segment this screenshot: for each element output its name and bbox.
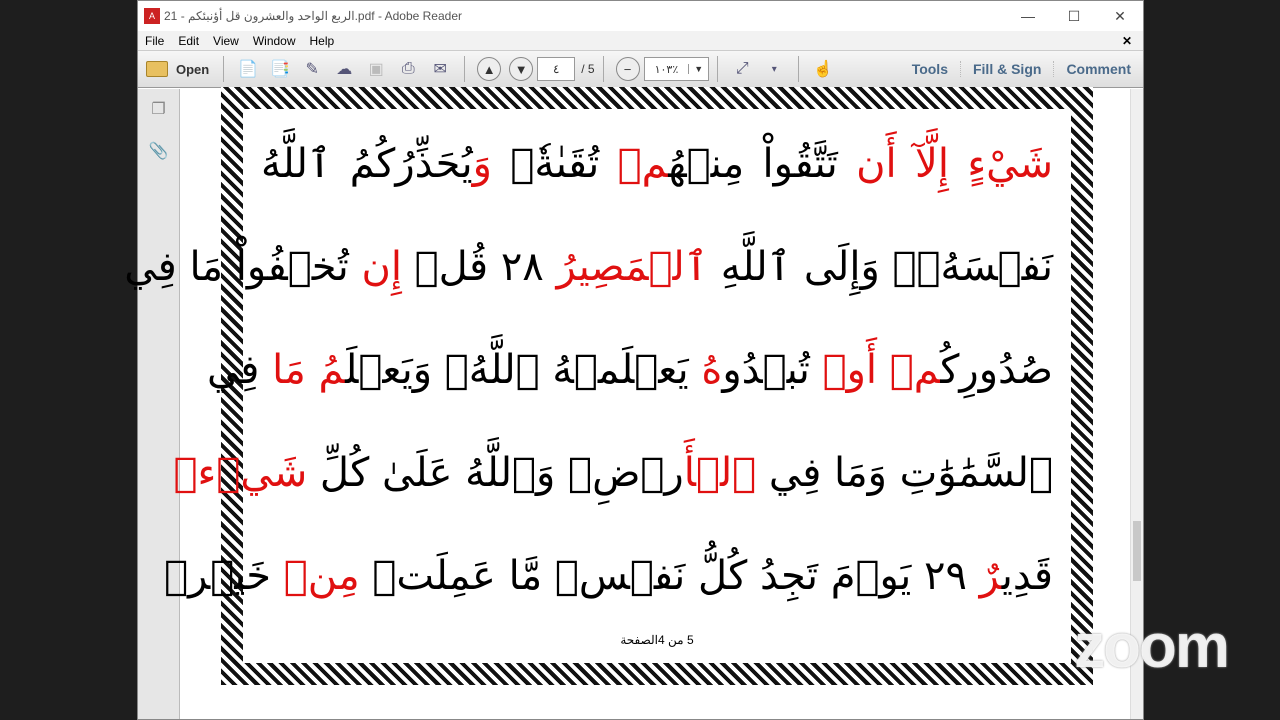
zoom-value: ١٠٣٪ — [654, 63, 679, 76]
text-segment: وَ — [472, 141, 492, 187]
minimize-button[interactable]: — — [1005, 8, 1051, 25]
text-segment: قَدِي — [1001, 553, 1053, 599]
menu-bar: File Edit View Window Help ✕ — [138, 31, 1143, 51]
divider — [464, 56, 466, 82]
chevron-down-icon: ▼ — [688, 64, 708, 74]
cloud-upload-icon[interactable]: ☁ — [331, 56, 357, 82]
toolbar: Open 📄 📑 ✎ ☁ ▣ ⎙ ✉ ▲ ▼ ٤ / 5 − ١٠٣٪ ▼ ⤢ ▾… — [138, 51, 1143, 88]
close-button[interactable]: ✕ — [1097, 8, 1143, 25]
print-icon[interactable]: ⎙ — [395, 56, 421, 82]
page-footer: 5 من 4الصفحة — [620, 633, 694, 647]
zoom-watermark: zoom — [1074, 612, 1230, 681]
menu-edit[interactable]: Edit — [171, 34, 206, 48]
text-segment: فِي — [206, 347, 260, 393]
text-segment: هُ — [688, 347, 723, 393]
comment-button[interactable]: Comment — [1053, 61, 1143, 77]
text-segment: ٱلۡمَصِيرُ — [543, 244, 709, 290]
window-title: الربع الواحد والعشرون قل أؤنبئكم - 21.pd… — [164, 9, 463, 23]
title-bar: A الربع الواحد والعشرون قل أؤنبئكم - 21.… — [138, 1, 1143, 31]
menu-view[interactable]: View — [206, 34, 246, 48]
text-segment: شَيْءٍ — [948, 141, 1053, 187]
page-total: / 5 — [581, 62, 595, 76]
text-line: قَدِيرٌ ٢٩ يَوۡمَ تَجِدُ كُلُّ نَفۡسٖ مَ… — [164, 526, 1071, 629]
divider — [602, 56, 604, 82]
text-segment: أَن — [837, 141, 897, 187]
open-button[interactable]: Open — [146, 61, 209, 77]
text-segment: نَفۡسَهُۥۗ وَإِلَى ٱللَّهِ — [708, 244, 1053, 290]
text-segment: صُدُورِكُ — [940, 347, 1053, 393]
text-segment: مۡ — [599, 141, 669, 187]
document-area[interactable]: شَيْءٍ إِلَّآ أَن تَتَّقُواْ مِنۡهُمۡ تُ… — [124, 87, 1130, 719]
text-segment: رۡضِۗ وَٱللَّهُ عَلَىٰ كُلِّ — [307, 450, 684, 496]
zoom-select[interactable]: ١٠٣٪ ▼ — [643, 57, 710, 81]
text-segment: شَيۡءٖ — [173, 450, 308, 496]
text-segment: إِن — [348, 244, 402, 290]
text-segment: خَيۡرٖ — [164, 553, 272, 599]
maximize-button[interactable]: ☐ — [1051, 8, 1097, 25]
attachments-icon[interactable]: 📎 — [149, 141, 169, 163]
text-segment: ٱلسَّمَٰوَٰتِ وَمَا فِي — [756, 450, 1053, 496]
text-line: نَفۡسَهُۥۗ وَإِلَى ٱللَّهِ ٱلۡمَصِيرُ ٢٨… — [124, 217, 1071, 320]
tools-button[interactable]: Tools — [900, 61, 960, 77]
divider — [223, 56, 225, 82]
divider — [717, 56, 719, 82]
pdf-app-icon: A — [144, 8, 160, 24]
text-line: شَيْءٍ إِلَّآ أَن تَتَّقُواْ مِنۡهُمۡ تُ… — [243, 114, 1071, 217]
export-pdf-icon[interactable]: 📑 — [267, 56, 293, 82]
close-document-icon[interactable]: ✕ — [1115, 34, 1139, 48]
text-segment: مُ مَا — [259, 347, 346, 393]
fit-page-icon[interactable]: ⤢ — [729, 56, 755, 82]
open-label: Open — [176, 61, 210, 77]
page-thumbnails-icon[interactable]: ❐ — [149, 99, 169, 121]
adobe-reader-window: A الربع الواحد والعشرون قل أؤنبئكم - 21.… — [124, 0, 1144, 720]
edit-icon[interactable]: ✎ — [299, 56, 325, 82]
folder-icon — [146, 61, 168, 77]
menu-window[interactable]: Window — [246, 34, 303, 48]
divider — [798, 56, 800, 82]
zoom-out-button[interactable]: − — [615, 57, 640, 81]
text-segment: ٢٩ يَوۡمَ تَجِدُ كُلُّ نَفۡسٖ مَّا عَمِل… — [359, 553, 967, 599]
text-segment: تُبۡدُو — [722, 347, 810, 393]
text-segment: ٱلۡأَ — [683, 450, 757, 496]
text-segment: أَوۡ — [809, 347, 878, 393]
text-segment: رٌ — [966, 553, 1002, 599]
create-pdf-icon[interactable]: 📄 — [235, 56, 261, 82]
menu-file[interactable]: File — [138, 34, 171, 48]
fill-sign-button[interactable]: Fill & Sign — [959, 61, 1053, 77]
previous-page-button[interactable]: ▲ — [477, 57, 502, 81]
text-segment: تُخۡفُواْ مَا فِي — [124, 244, 349, 290]
text-line: صُدُورِكُمۡ أَوۡ تُبۡدُوهُ يَعۡلَمۡهُ ٱل… — [207, 320, 1071, 423]
text-segment: ٢٨ قُلۡ — [401, 244, 544, 290]
text-segment: يُحَذِّرُكُمُ ٱللَّهُ — [261, 141, 473, 187]
scrollbar-thumb[interactable] — [1133, 521, 1141, 581]
text-segment: إِلَّآ — [896, 141, 949, 187]
email-icon[interactable]: ✉ — [427, 56, 453, 82]
text-segment: تُقَىٰةٗۗ — [491, 141, 600, 187]
text-segment: تَتَّقُواْ مِنۡهُ — [668, 141, 838, 187]
quran-text: شَيْءٍ إِلَّآ أَن تَتَّقُواْ مِنۡهُمۡ تُ… — [124, 109, 1071, 629]
pdf-page: شَيْءٍ إِلَّآ أَن تَتَّقُواْ مِنۡهُمۡ تُ… — [124, 87, 1093, 685]
text-line: ٱلسَّمَٰوَٰتِ وَمَا فِي ٱلۡأَرۡضِۗ وَٱلل… — [174, 423, 1071, 526]
text-segment: يَعۡلَمۡهُ ٱللَّهُۗ وَيَعۡلَ — [345, 347, 689, 393]
hand-tool-icon[interactable]: ☝ — [810, 56, 836, 82]
page-number-input[interactable]: ٤ — [537, 57, 576, 81]
text-segment: مِنۡ — [271, 553, 360, 599]
text-segment: مۡ — [877, 347, 941, 393]
save-icon[interactable]: ▣ — [363, 56, 389, 82]
more-options-icon[interactable]: ▾ — [761, 56, 787, 82]
next-page-button[interactable]: ▼ — [509, 57, 534, 81]
menu-help[interactable]: Help — [303, 34, 342, 48]
